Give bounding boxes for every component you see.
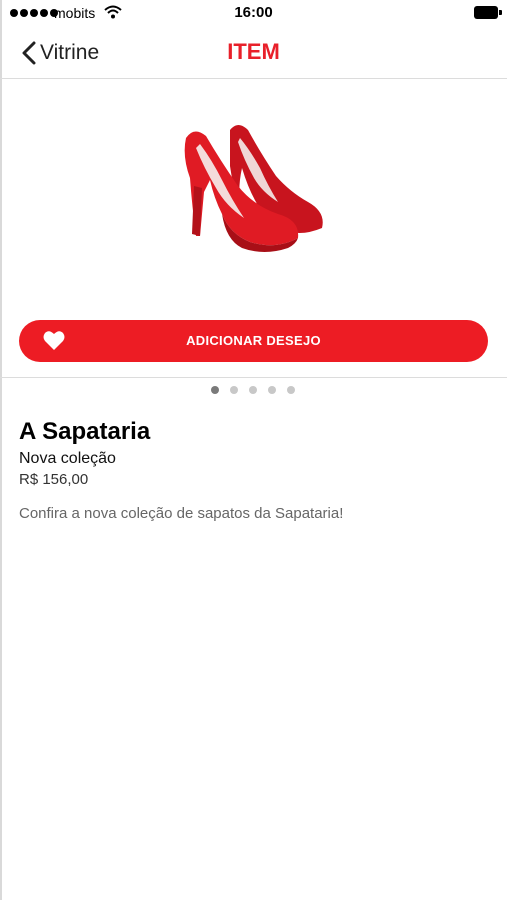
window-edge bbox=[0, 0, 2, 900]
battery-icon bbox=[474, 6, 502, 19]
navigation-bar: Vitrine ITEM bbox=[0, 28, 507, 79]
product-price: R$ 156,00 bbox=[19, 471, 89, 488]
add-wish-label: ADICIONAR DESEJO bbox=[186, 333, 321, 348]
product-description: Confira a nova coleção de sapatos da Sap… bbox=[19, 505, 344, 522]
status-time: 16:00 bbox=[234, 4, 273, 21]
pager-dot[interactable] bbox=[268, 386, 276, 394]
pager-dot[interactable] bbox=[287, 386, 295, 394]
image-pager[interactable] bbox=[211, 386, 295, 394]
status-bar: mobits 16:00 bbox=[0, 0, 507, 28]
divider bbox=[0, 377, 507, 378]
pager-dot[interactable] bbox=[211, 386, 219, 394]
add-wish-button[interactable]: ADICIONAR DESEJO bbox=[19, 320, 488, 362]
product-subtitle: Nova coleção bbox=[19, 450, 116, 467]
back-button[interactable]: Vitrine bbox=[22, 36, 99, 70]
pager-dot[interactable] bbox=[230, 386, 238, 394]
back-chevron-icon bbox=[22, 41, 36, 65]
store-name: A Sapataria bbox=[19, 418, 151, 445]
back-label: Vitrine bbox=[40, 41, 100, 64]
product-image bbox=[178, 116, 328, 256]
pager-dot[interactable] bbox=[249, 386, 257, 394]
